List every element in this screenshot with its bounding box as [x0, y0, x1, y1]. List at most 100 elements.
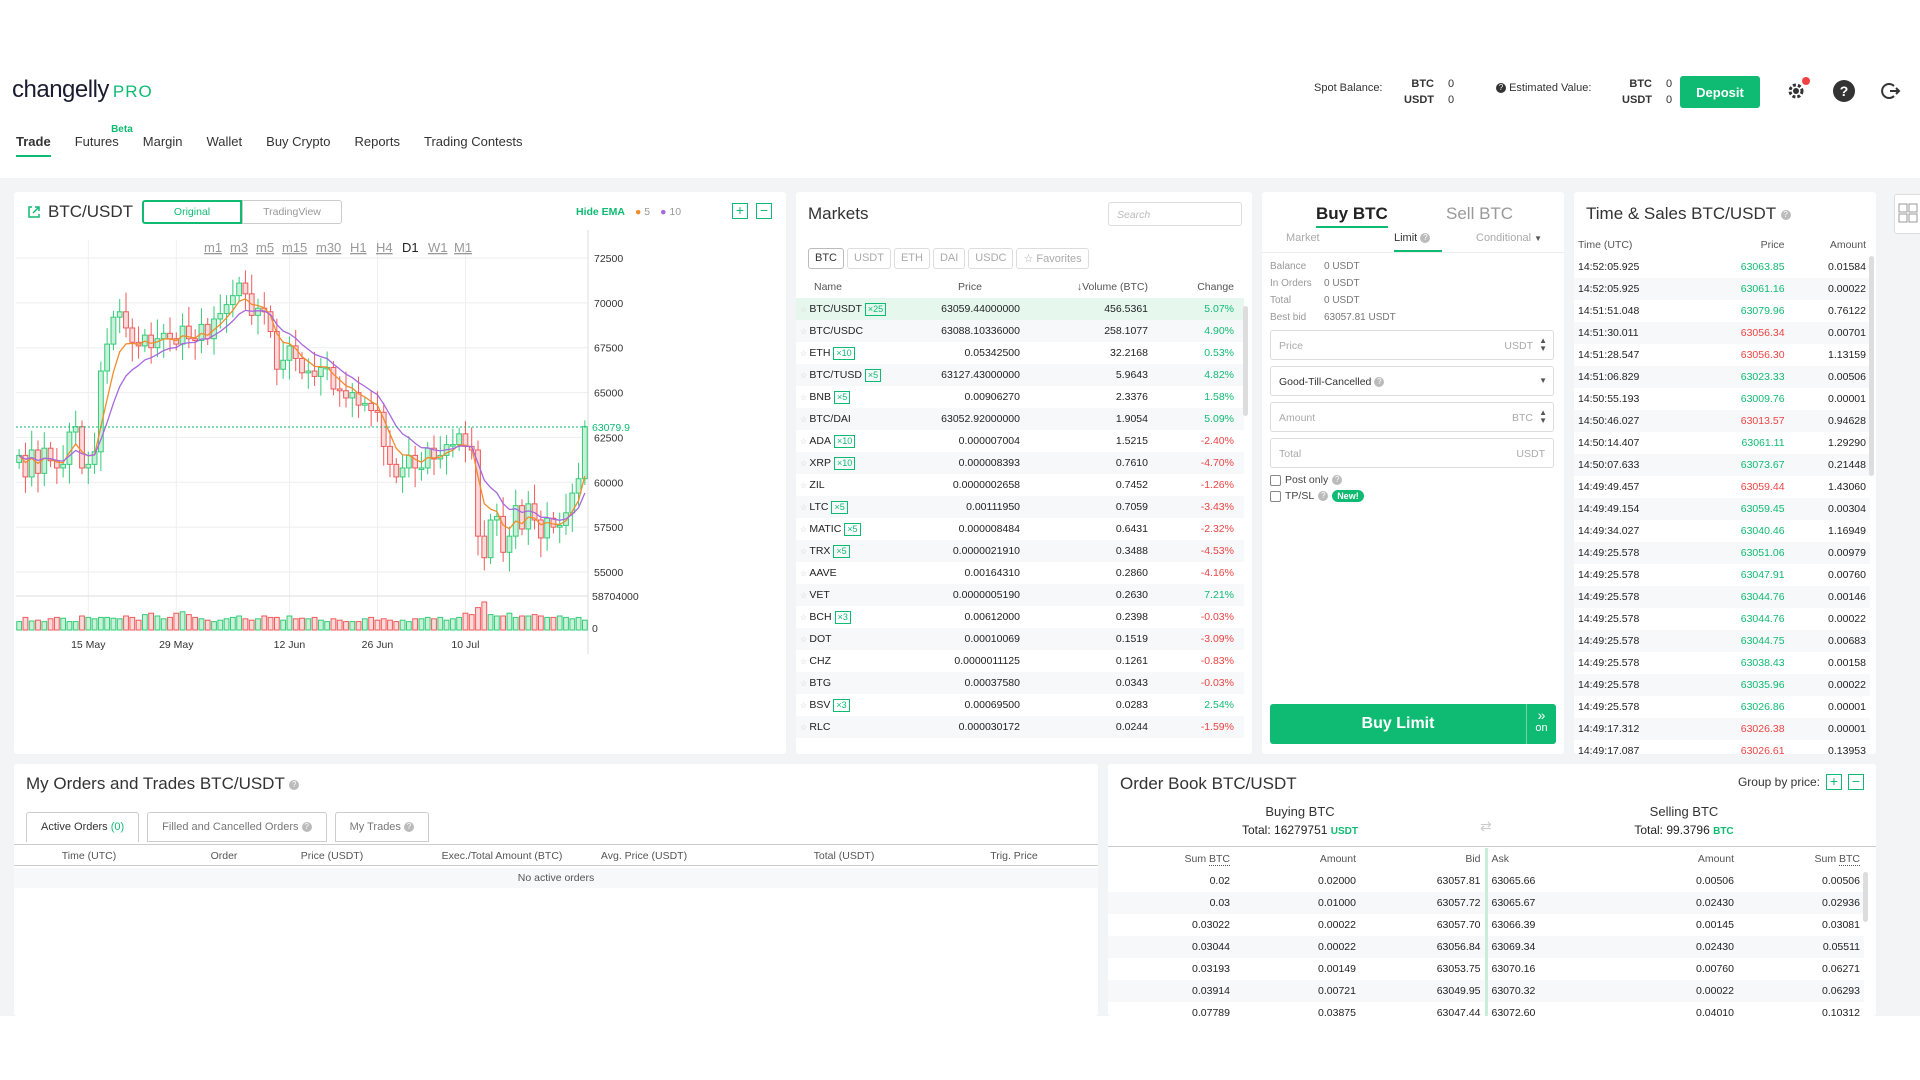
timeframe-H1[interactable]: H1 — [350, 240, 367, 255]
market-row[interactable]: ☆ CHZ 0.0000011125 0.1261 -0.83% — [796, 650, 1244, 672]
swap-icon[interactable]: ⇄ — [1480, 818, 1492, 835]
orderbook-row[interactable]: 0.03044 0.00022 63056.84 63069.34 0.02430 0.0… — [1108, 936, 1864, 958]
buy-limit-button[interactable]: Buy Limit » on — [1270, 704, 1556, 744]
star-icon[interactable]: ☆ — [800, 305, 809, 314]
nav-futures[interactable]: Futures Beta — [75, 124, 133, 157]
nav-trading-contests[interactable]: Trading Contests — [424, 134, 523, 157]
star-icon[interactable]: ☆ — [800, 701, 809, 710]
stepper-icon[interactable]: ▲ ▼ — [1539, 409, 1547, 425]
orderbook-row[interactable]: 0.03914 0.00721 63049.95 63070.32 0.00022 0.0… — [1108, 980, 1864, 1002]
star-icon[interactable]: ☆ — [800, 635, 809, 644]
layout-grid-icon[interactable] — [1894, 194, 1920, 234]
market-row[interactable]: ☆ BTC/DAI 63052.92000000 1.9054 5.09% — [796, 408, 1244, 430]
market-row[interactable]: ☆ ADA ×10 0.000007004 1.5215 -2.40% — [796, 430, 1244, 452]
market-tab-0[interactable]: BTC — [808, 248, 844, 269]
timeframe-m15[interactable]: m15 — [282, 240, 307, 255]
tab-sell[interactable]: Sell BTC — [1446, 204, 1513, 224]
star-icon[interactable]: ☆ — [800, 327, 809, 336]
markets-scrollbar[interactable] — [1243, 306, 1248, 416]
star-icon[interactable]: ☆ — [800, 415, 809, 424]
market-row[interactable]: ☆ BTC/TUSD ×5 63127.43000000 5.9643 4.82% — [796, 364, 1244, 386]
tab-active-orders[interactable]: Active Orders (0) — [26, 812, 140, 842]
market-row[interactable]: ☆ AAVE 0.00164310 0.2860 -4.16% — [796, 562, 1244, 584]
zoom-out-icon[interactable]: − — [756, 203, 772, 219]
star-icon[interactable]: ☆ — [800, 547, 809, 556]
zoom-in-icon[interactable]: + — [732, 203, 748, 219]
market-row[interactable]: ☆ MATIC ×5 0.000008484 0.6431 -2.32% — [796, 518, 1244, 540]
type-market[interactable]: Market — [1286, 232, 1320, 244]
star-icon[interactable]: ☆ — [800, 657, 809, 666]
total-input[interactable]: Total USDT — [1270, 438, 1554, 468]
group-minus-icon[interactable]: − — [1848, 774, 1864, 790]
market-row[interactable]: ☆ BTC/USDT ×25 63059.44000000 456.5361 5.07% — [796, 298, 1244, 320]
orderbook-row[interactable]: 0.03 0.01000 63057.72 63065.67 0.02430 0.0293… — [1108, 892, 1864, 914]
col-sum-cur[interactable]: BTC — [1839, 853, 1860, 866]
tab-original[interactable]: Original — [142, 200, 242, 224]
orderbook-row[interactable]: 0.03193 0.00149 63053.75 63070.16 0.00760 0.0… — [1108, 958, 1864, 980]
tab-buy[interactable]: Buy BTC — [1316, 204, 1388, 228]
timeframe-D1[interactable]: D1 — [402, 240, 419, 255]
col-change[interactable]: Change — [1152, 276, 1244, 298]
timeframe-m5[interactable]: m5 — [256, 240, 274, 255]
price-chart[interactable]: 72500 70000 67500 65000 62500 60000 57500 55000… — [14, 230, 786, 754]
market-row[interactable]: ☆ TRX ×5 0.0000021910 0.3488 -4.53% — [796, 540, 1244, 562]
market-tab-5[interactable]: ☆ Favorites — [1016, 248, 1089, 269]
col-name[interactable]: Name — [796, 276, 900, 298]
deposit-button[interactable]: Deposit — [1680, 76, 1760, 108]
star-icon[interactable]: ☆ — [800, 723, 809, 732]
col-sum-cur[interactable]: BTC — [1209, 853, 1230, 866]
market-row[interactable]: ☆ BCH ×3 0.00612000 0.2398 -0.03% — [796, 606, 1244, 628]
star-icon[interactable]: ☆ — [800, 437, 809, 446]
hide-ema-toggle[interactable]: Hide EMA — [576, 206, 625, 218]
gear-icon[interactable] — [1785, 77, 1810, 102]
market-row[interactable]: ☆ DOT 0.00010069 0.1519 -3.09% — [796, 628, 1244, 650]
orderbook-row[interactable]: 0.07789 0.03875 63047.44 63072.60 0.04010 0.1… — [1108, 1002, 1864, 1016]
tpsl-checkbox[interactable]: TP/SL? New! — [1270, 490, 1364, 502]
market-tab-3[interactable]: DAI — [932, 248, 966, 269]
amount-input[interactable]: Amount BTC ▲ ▼ — [1270, 402, 1554, 432]
nav-margin[interactable]: Margin — [143, 134, 183, 157]
market-row[interactable]: ☆ ETH ×10 0.05342500 32.2168 0.53% — [796, 342, 1244, 364]
star-icon[interactable]: ☆ — [800, 569, 809, 578]
nav-buy-crypto[interactable]: Buy Crypto — [266, 134, 330, 157]
col-price[interactable]: Price — [900, 276, 1040, 298]
stepper-icon[interactable]: ▲ ▼ — [1539, 337, 1547, 353]
help-icon[interactable]: ? — [1833, 80, 1855, 102]
timeframe-m30[interactable]: m30 — [316, 240, 341, 255]
orderbook-row[interactable]: 0.02 0.02000 63057.81 63065.66 0.00506 0.0050… — [1108, 870, 1864, 892]
time-sales-scrollbar[interactable] — [1869, 256, 1874, 476]
market-row[interactable]: ☆ RLC 0.000030172 0.0244 -1.59% — [796, 716, 1244, 738]
group-plus-icon[interactable]: + — [1826, 774, 1842, 790]
market-row[interactable]: ☆ BTG 0.00037580 0.0343 -0.03% — [796, 672, 1244, 694]
logo[interactable]: changelly PRO — [12, 76, 153, 104]
market-row[interactable]: ☆ BSV ×3 0.00069500 0.0283 2.54% — [796, 694, 1244, 716]
tab-tradingview[interactable]: TradingView — [242, 200, 342, 224]
star-icon[interactable]: ☆ — [800, 393, 809, 402]
markets-search-input[interactable]: Search — [1108, 202, 1242, 226]
nav-wallet[interactable]: Wallet — [207, 134, 243, 157]
market-row[interactable]: ☆ BNB ×5 0.00906270 2.3376 1.58% — [796, 386, 1244, 408]
orderbook-row[interactable]: 0.03022 0.00022 63057.70 63066.39 0.00145 0.0… — [1108, 914, 1864, 936]
market-row[interactable]: ☆ BTC/USDC 63088.10336000 258.1077 4.90% — [796, 320, 1244, 342]
star-icon[interactable]: ☆ — [800, 371, 809, 380]
nav-trade[interactable]: Trade — [16, 134, 51, 157]
market-row[interactable]: ☆ XRP ×10 0.000008393 0.7610 -4.70% — [796, 452, 1244, 474]
market-row[interactable]: ☆ LTC ×5 0.00111950 0.7059 -3.43% — [796, 496, 1244, 518]
market-tab-2[interactable]: ETH — [893, 248, 930, 269]
tab-filled-orders[interactable]: Filled and Cancelled Orders ? — [147, 812, 327, 842]
star-icon[interactable]: ☆ — [800, 679, 809, 688]
star-icon[interactable]: ☆ — [800, 481, 809, 490]
price-input[interactable]: Price USDT ▲ ▼ — [1270, 330, 1554, 360]
nav-reports[interactable]: Reports — [354, 134, 400, 157]
market-tab-4[interactable]: USDC — [968, 248, 1014, 269]
star-icon[interactable]: ☆ — [800, 459, 809, 468]
timeframe-W1[interactable]: W1 — [428, 240, 448, 255]
timeframe-H4[interactable]: H4 — [376, 240, 393, 255]
tab-my-trades[interactable]: My Trades ? — [334, 812, 429, 842]
post-only-checkbox[interactable]: Post only? — [1270, 474, 1343, 486]
logout-icon[interactable] — [1880, 80, 1902, 102]
timeframe-m1[interactable]: m1 — [204, 240, 222, 255]
external-link-icon[interactable] — [26, 204, 42, 220]
market-row[interactable]: ☆ VET 0.0000005190 0.2630 7.21% — [796, 584, 1244, 606]
orderbook-scrollbar[interactable] — [1863, 872, 1868, 922]
